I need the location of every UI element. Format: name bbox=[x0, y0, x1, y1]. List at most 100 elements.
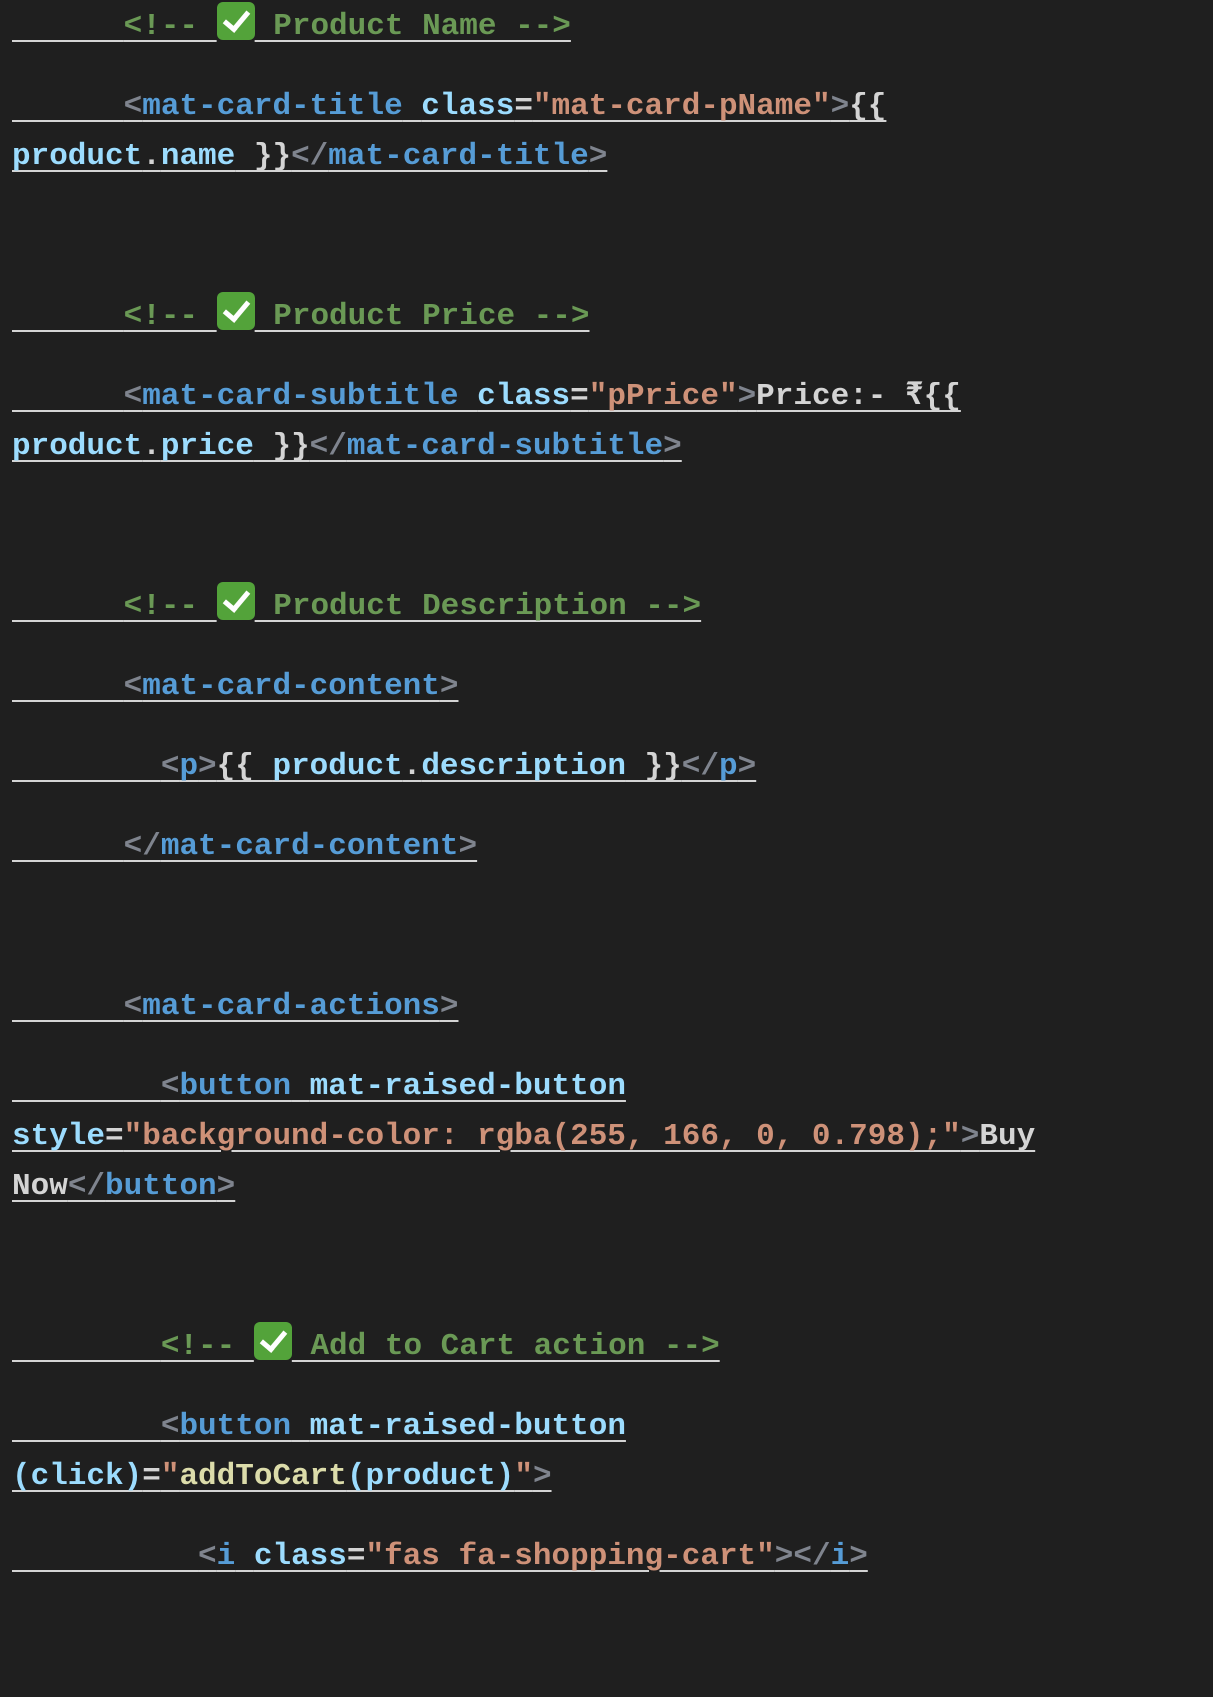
attribute-token: product bbox=[272, 749, 403, 784]
string-token: " bbox=[514, 1459, 533, 1494]
bracket-token: > bbox=[849, 1539, 868, 1574]
tag-name-token: i bbox=[216, 1539, 236, 1574]
tag-name-token: mat-card-title bbox=[142, 89, 403, 124]
attribute-token: class bbox=[253, 1539, 347, 1574]
function-token: addToCart bbox=[179, 1459, 347, 1494]
bracket-token: ></ bbox=[774, 1539, 831, 1574]
code-line: product.price }}</mat-card-subtitle> bbox=[12, 420, 682, 474]
text-token: = bbox=[105, 1119, 124, 1154]
bracket-token: < bbox=[160, 749, 180, 784]
code-line: </mat-card-content> bbox=[12, 820, 477, 874]
text-token: Buy bbox=[979, 1119, 1036, 1154]
text-token: = bbox=[514, 89, 533, 124]
tag-name-token: mat-card-content bbox=[142, 669, 440, 704]
bracket-token: </ bbox=[681, 749, 719, 784]
text-token: }} bbox=[235, 139, 292, 174]
tag-name-token: mat-card-title bbox=[328, 139, 589, 174]
attribute-token: mat-raised-button bbox=[309, 1409, 626, 1444]
attribute-token: class bbox=[421, 89, 515, 124]
tag-name-token: mat-card-actions bbox=[142, 989, 440, 1024]
text-token: {{ bbox=[849, 89, 887, 124]
bracket-token: > bbox=[216, 1169, 236, 1204]
check-mark-icon bbox=[253, 1322, 292, 1360]
text-token: Price:- ₹{{ bbox=[756, 379, 961, 414]
text-token: . bbox=[142, 139, 161, 174]
text-token: Now bbox=[12, 1169, 68, 1204]
code-line: <mat-card-subtitle class="pPrice">Price:… bbox=[12, 370, 961, 424]
text-token: }} bbox=[253, 429, 310, 464]
tag-name-token: p bbox=[718, 749, 738, 784]
attribute-token: product bbox=[12, 429, 143, 464]
attribute-token: product bbox=[12, 139, 143, 174]
code-line: <button mat-raised-button bbox=[12, 1400, 626, 1454]
attribute-token: description bbox=[421, 749, 626, 784]
code-line: (click)="addToCart(product)"> bbox=[12, 1450, 552, 1504]
check-mark-icon bbox=[216, 292, 255, 330]
text-token: {{ bbox=[216, 749, 273, 784]
comment-token: <!-- bbox=[123, 589, 217, 624]
tag-name-token: mat-card-content bbox=[160, 829, 459, 864]
code-line: Now</button> bbox=[12, 1160, 235, 1214]
attribute-token: (click) bbox=[12, 1459, 143, 1494]
code-line: <!-- Product Name --> bbox=[12, 0, 571, 54]
bracket-token: > bbox=[439, 669, 459, 704]
attribute-token: class bbox=[477, 379, 571, 414]
bracket-token: > bbox=[960, 1119, 980, 1154]
bracket-token: < bbox=[160, 1409, 180, 1444]
comment-token: <!-- bbox=[123, 9, 217, 44]
bracket-token: < bbox=[123, 989, 143, 1024]
check-mark-icon bbox=[216, 582, 255, 620]
code-line: <p>{{ product.description }}</p> bbox=[12, 740, 756, 794]
tag-name-token: i bbox=[830, 1539, 850, 1574]
string-token: "fas fa-shopping-cart" bbox=[365, 1539, 775, 1574]
comment-token: Product Description --> bbox=[254, 589, 702, 624]
tag-name-token: mat-card-subtitle bbox=[346, 429, 664, 464]
bracket-token: </ bbox=[309, 429, 347, 464]
code-line: <mat-card-actions> bbox=[12, 980, 459, 1034]
comment-token: <!-- bbox=[160, 1329, 254, 1364]
comment-token: Product Name --> bbox=[254, 9, 571, 44]
attribute-token: style bbox=[12, 1119, 106, 1154]
bracket-token: < bbox=[198, 1539, 217, 1574]
attribute-token: mat-raised-button bbox=[309, 1069, 626, 1104]
tag-name-token: button bbox=[105, 1169, 217, 1204]
text-token: . bbox=[142, 429, 161, 464]
attribute-token: (product) bbox=[346, 1459, 515, 1494]
string-token: " bbox=[160, 1459, 180, 1494]
string-token: "background-color: rgba(255, 166, 0, 0.7… bbox=[123, 1119, 961, 1154]
bracket-token: < bbox=[160, 1069, 180, 1104]
bracket-token: </ bbox=[123, 829, 161, 864]
text-token: . bbox=[402, 749, 422, 784]
comment-token: Product Price --> bbox=[254, 299, 590, 334]
bracket-token: > bbox=[663, 429, 682, 464]
code-line: product.name }}</mat-card-title> bbox=[12, 130, 607, 184]
comment-token: Add to Cart action --> bbox=[291, 1329, 720, 1364]
bracket-token: > bbox=[439, 989, 459, 1024]
string-token: "mat-card-pName" bbox=[532, 89, 831, 124]
text-token: = bbox=[142, 1459, 161, 1494]
check-mark-icon bbox=[216, 2, 255, 40]
code-line: <mat-card-content> bbox=[12, 660, 459, 714]
bracket-token: </ bbox=[67, 1169, 106, 1204]
bracket-token: </ bbox=[291, 139, 329, 174]
bracket-token: > bbox=[198, 749, 217, 784]
code-line: <button mat-raised-button bbox=[12, 1060, 626, 1114]
bracket-token: < bbox=[123, 379, 143, 414]
tag-name-token: mat-card-subtitle bbox=[142, 379, 459, 414]
tag-name-token: button bbox=[179, 1069, 292, 1104]
tag-name-token: p bbox=[179, 749, 199, 784]
